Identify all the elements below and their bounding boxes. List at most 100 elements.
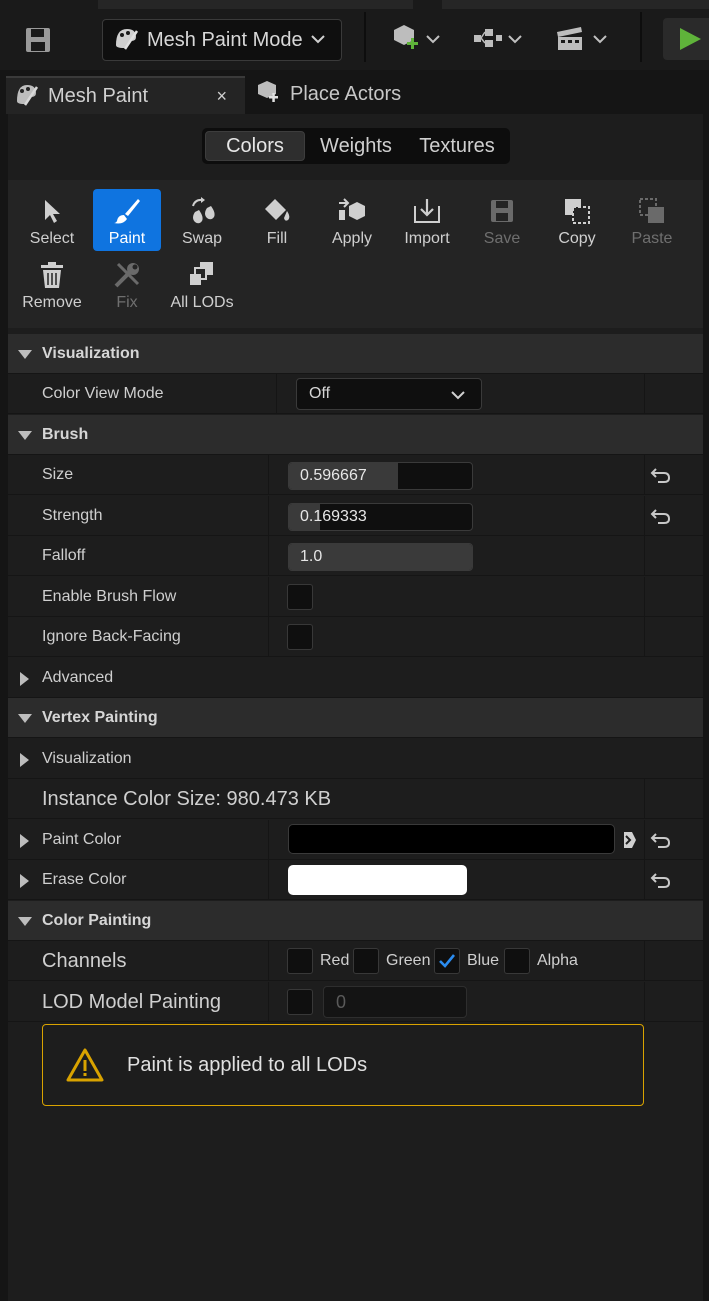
color-view-mode-dropdown[interactable]: Off <box>296 378 482 410</box>
all-lods-tool-button[interactable]: All LODs <box>168 253 236 315</box>
swap-tool-button[interactable]: Swap <box>168 189 236 251</box>
paint-tool-button[interactable]: Paint <box>93 189 161 251</box>
paste-tool-button[interactable]: Paste <box>618 189 686 251</box>
cinematics-icon <box>555 24 585 57</box>
property-ignore-back-facing: Ignore Back-Facing <box>8 617 703 657</box>
reset-to-default-icon[interactable] <box>650 830 672 850</box>
ignore-back-facing-checkbox[interactable] <box>287 624 313 650</box>
channel-blue-checkbox[interactable] <box>434 948 460 974</box>
select-tool-button[interactable]: Select <box>18 189 86 251</box>
swap-colors-icon[interactable] <box>622 830 638 855</box>
reset-to-default-icon[interactable] <box>650 506 672 526</box>
collapse-arrow-icon <box>18 917 32 926</box>
category-visualization[interactable]: Visualization <box>8 334 703 374</box>
mesh-paint-panel: Colors Weights Textures Select Paint Swa… <box>8 114 703 1301</box>
expand-arrow-icon[interactable] <box>20 834 29 848</box>
reset-to-default-icon[interactable] <box>650 870 672 890</box>
save-icon <box>487 196 517 226</box>
property-label: Erase Color <box>42 871 127 888</box>
channel-label: Red <box>320 952 350 969</box>
collapse-arrow-icon <box>18 350 32 359</box>
paint-type-selector: Colors Weights Textures <box>202 128 510 164</box>
category-brush[interactable]: Brush <box>8 415 703 455</box>
import-icon <box>412 196 442 226</box>
fix-tool-button[interactable]: Fix <box>93 253 161 315</box>
column-divider <box>268 455 269 495</box>
strength-slider[interactable]: 0.169333 <box>288 503 473 531</box>
checkmark-icon <box>439 954 456 968</box>
channel-red-checkbox[interactable] <box>287 948 313 974</box>
expand-arrow-icon[interactable] <box>20 874 29 888</box>
fill-bucket-icon <box>262 196 292 226</box>
fill-tool-button[interactable]: Fill <box>243 189 311 251</box>
category-vertex-painting[interactable]: Vertex Painting <box>8 698 703 738</box>
column-divider <box>644 617 645 657</box>
tool-palette: Select Paint Swap Fill Apply Import Save <box>8 180 703 328</box>
tool-label: Import <box>404 230 450 247</box>
tab-mesh-paint[interactable]: Mesh Paint × <box>6 76 245 114</box>
import-tool-button[interactable]: Import <box>393 189 461 251</box>
property-advanced[interactable]: Advanced <box>8 658 703 698</box>
play-button[interactable] <box>663 18 709 60</box>
panel-tabs: Mesh Paint × Place Actors <box>0 72 709 114</box>
property-erase-color: Erase Color <box>8 860 703 900</box>
save-tool-button[interactable]: Save <box>468 189 536 251</box>
segment-colors[interactable]: Colors <box>205 131 305 161</box>
channel-alpha-checkbox[interactable] <box>504 948 530 974</box>
slider-value: 0.169333 <box>300 508 367 525</box>
collapse-arrow-icon <box>18 431 32 440</box>
mode-dropdown[interactable]: Mesh Paint Mode <box>102 19 342 61</box>
chevron-down-icon <box>451 387 465 405</box>
remove-tool-button[interactable]: Remove <box>18 253 86 315</box>
column-divider <box>268 577 269 617</box>
channel-label: Blue <box>467 952 500 969</box>
cinematics-button[interactable] <box>555 22 607 58</box>
property-label: Size <box>42 466 74 483</box>
all-lods-icon <box>187 260 217 290</box>
tool-label: Remove <box>22 294 82 311</box>
property-label: Enable Brush Flow <box>42 588 177 605</box>
property-label: Visualization <box>42 750 132 767</box>
category-color-painting[interactable]: Color Painting <box>8 901 703 941</box>
add-actor-button[interactable] <box>390 22 440 58</box>
tab-place-actors[interactable]: Place Actors <box>256 78 401 110</box>
expand-arrow-icon <box>20 753 29 767</box>
expand-arrow-icon <box>20 672 29 686</box>
reset-to-default-icon[interactable] <box>650 465 672 485</box>
size-slider[interactable]: 0.596667 <box>288 462 473 490</box>
tool-label: Swap <box>181 230 223 247</box>
paste-icon <box>637 196 667 226</box>
apply-tool-button[interactable]: Apply <box>318 189 386 251</box>
column-divider <box>644 536 645 576</box>
channel-green-checkbox[interactable] <box>353 948 379 974</box>
wrench-icon <box>112 260 142 290</box>
column-divider <box>268 617 269 657</box>
property-vertex-visualization[interactable]: Visualization <box>8 739 703 779</box>
lod-index-input[interactable]: 0 <box>323 986 467 1018</box>
copy-tool-button[interactable]: Copy <box>543 189 611 251</box>
segment-textures[interactable]: Textures <box>407 131 507 161</box>
tool-label: Fill <box>266 230 288 247</box>
place-actors-icon <box>256 79 280 110</box>
property-lod-model-painting: LOD Model Painting 0 <box>8 982 703 1022</box>
paint-color-swatch[interactable] <box>288 824 615 854</box>
falloff-slider[interactable]: 1.0 <box>288 543 473 571</box>
trash-icon <box>37 260 67 290</box>
instance-color-size: Instance Color Size: 980.473 KB <box>42 787 332 810</box>
column-divider <box>644 941 645 981</box>
segment-weights[interactable]: Weights <box>305 131 407 161</box>
brush-flow-checkbox[interactable] <box>287 584 313 610</box>
property-label: Paint Color <box>42 831 122 848</box>
column-divider <box>268 982 269 1022</box>
property-strength: Strength 0.169333 <box>8 496 703 536</box>
chevron-down-icon <box>426 31 440 49</box>
property-label: Channels <box>42 949 127 972</box>
close-icon[interactable]: × <box>216 86 227 107</box>
collapse-arrow-icon <box>18 714 32 723</box>
blueprint-button[interactable] <box>472 22 522 58</box>
erase-color-swatch[interactable] <box>288 865 467 895</box>
save-icon[interactable] <box>22 24 54 56</box>
column-divider <box>644 860 645 900</box>
column-divider <box>644 374 645 414</box>
lod-model-painting-checkbox[interactable] <box>287 989 313 1015</box>
